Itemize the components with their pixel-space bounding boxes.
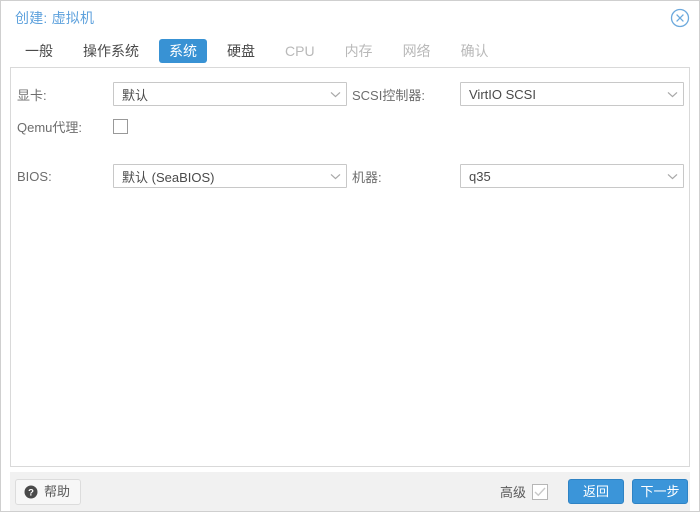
back-button[interactable]: 返回: [568, 479, 624, 504]
wizard-tabstrip: 一般 操作系统 系统 硬盘 CPU 内存 网络 确认: [1, 34, 699, 67]
machine-value: q35: [469, 168, 491, 184]
qemu-agent-checkbox[interactable]: [113, 118, 128, 134]
tab-general[interactable]: 一般: [15, 39, 63, 63]
scsi-controller-value: VirtIO SCSI: [469, 86, 536, 102]
field-qemu-agent: Qemu代理:: [17, 111, 350, 141]
scsi-controller-select[interactable]: VirtIO SCSI: [460, 82, 684, 106]
help-button[interactable]: ? 帮助: [15, 478, 82, 505]
scsi-controller-label: SCSI控制器:: [352, 87, 425, 103]
advanced-label: 高级: [499, 485, 526, 500]
bios-label: BIOS:: [17, 168, 52, 184]
tab-network: 网络: [402, 42, 431, 59]
form-column-left: 显卡: 默认 Qemu代理: BIOS: 默认 (SeaBIOS): [11, 79, 350, 193]
field-graphic-card: 显卡: 默认: [17, 79, 350, 109]
machine-select[interactable]: q35: [460, 164, 684, 188]
graphic-card-value: 默认: [122, 87, 149, 103]
svg-text:?: ?: [28, 487, 34, 498]
tab-confirm: 确认: [460, 42, 489, 59]
chevron-down-icon: [661, 173, 683, 180]
create-vm-dialog: 创建: 虚拟机 一般 操作系统 系统 硬盘 CPU 内存 网络 确认 显卡: 默…: [0, 0, 700, 512]
field-machine: 机器: q35: [352, 161, 689, 191]
dialog-footer: ? 帮助 高级 返回 下一步: [10, 471, 690, 511]
system-settings-panel: 显卡: 默认 Qemu代理: BIOS: 默认 (SeaBIOS) SCSI控制…: [10, 67, 690, 467]
tab-os[interactable]: 操作系统: [73, 39, 149, 63]
chevron-down-icon: [661, 91, 683, 98]
graphic-card-label: 显卡:: [17, 87, 47, 103]
qemu-agent-label: Qemu代理:: [17, 119, 83, 135]
bios-select[interactable]: 默认 (SeaBIOS): [113, 164, 347, 188]
tab-cpu: CPU: [285, 42, 315, 59]
graphic-card-select[interactable]: 默认: [113, 82, 347, 106]
machine-label: 机器:: [352, 169, 382, 185]
field-spacer: [352, 111, 689, 141]
dialog-titlebar: 创建: 虚拟机: [1, 1, 699, 34]
chevron-down-icon: [324, 91, 346, 98]
bios-value: 默认 (SeaBIOS): [122, 169, 215, 185]
tab-memory: 内存: [344, 42, 373, 59]
tab-system[interactable]: 系统: [159, 38, 207, 63]
advanced-checkbox[interactable]: [532, 483, 548, 500]
next-button[interactable]: 下一步: [632, 479, 688, 504]
form-column-right: SCSI控制器: VirtIO SCSI 机器: q35: [350, 79, 689, 193]
footer-actions: 高级 返回 下一步: [500, 479, 688, 504]
field-bios: BIOS: 默认 (SeaBIOS): [17, 161, 350, 191]
help-button-label: 帮助: [44, 483, 71, 499]
tab-disks[interactable]: 硬盘: [217, 39, 265, 63]
form-columns: 显卡: 默认 Qemu代理: BIOS: 默认 (SeaBIOS) SCSI控制…: [11, 68, 689, 193]
close-icon[interactable]: [670, 8, 690, 28]
chevron-down-icon: [324, 173, 346, 180]
dialog-title: 创建: 虚拟机: [15, 9, 95, 26]
question-mark-icon: ?: [24, 485, 38, 499]
field-scsi-controller: SCSI控制器: VirtIO SCSI: [352, 79, 689, 109]
